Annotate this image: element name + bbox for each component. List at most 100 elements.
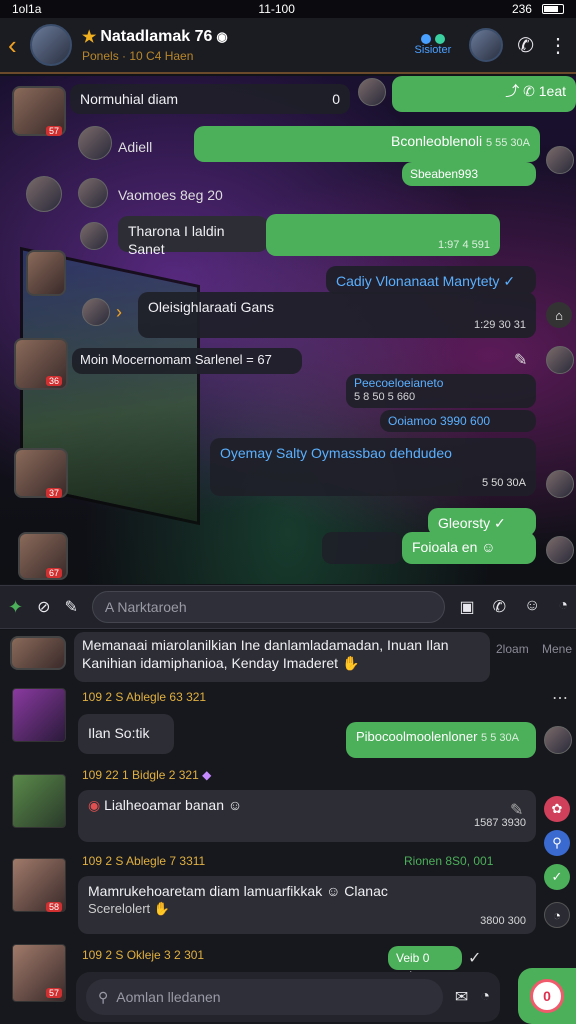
badge: 57 (46, 988, 63, 998)
chat-title[interactable]: Natadlamak 76 (100, 28, 212, 46)
badge: 57 (46, 126, 63, 136)
message-bubble[interactable]: Oleisighlaraati Gans 1:29 30 31 (138, 292, 536, 338)
reply-icon: ⤴ ✆ (505, 83, 539, 99)
react-icon[interactable]: ✿ (544, 796, 570, 822)
avatar[interactable] (12, 688, 66, 742)
message-bubble[interactable]: Oyemay Salty Oymassbao dehdudeo 5 50 30A (210, 438, 536, 496)
check-icon: ✓ (468, 950, 482, 967)
message-bubble[interactable]: Normuhial diam 0 (70, 84, 350, 114)
forwarded-message[interactable]: Peecoeloeianeto 5 8 50 5 660 (346, 374, 536, 408)
message-bubble[interactable]: Ilan So:tik (78, 714, 174, 754)
message-bubble[interactable]: Moin Mocernomam Sarlenel = 67 (72, 348, 302, 374)
emoji-icon[interactable]: ☺ (524, 597, 540, 617)
verified-icon: ◉ (216, 29, 228, 44)
message-input[interactable]: A Narktaroeh (91, 591, 446, 623)
message-list[interactable]: Memanaai miarolanilkian Ine danlamladama… (0, 630, 576, 1024)
emoji-icon: ☺ (326, 883, 341, 899)
signal-label: 236 (511, 2, 532, 16)
check-icon: ✓ (503, 273, 516, 289)
avatar[interactable] (30, 24, 72, 66)
badge: 36 (46, 376, 63, 386)
summary-bubble[interactable]: Memanaai miarolanilkian Ine danlamladama… (74, 632, 490, 682)
avatar (546, 536, 574, 564)
timer-icon[interactable]: ◔ (480, 988, 490, 1006)
emoji-icon: ☺ (227, 797, 243, 813)
avatar (78, 178, 108, 208)
more-icon[interactable]: ⋯ (552, 688, 568, 708)
star-icon: ★ (82, 29, 97, 46)
search-icon: ⚲ (98, 988, 109, 1005)
message-bubble[interactable] (322, 532, 402, 564)
badge: 58 (46, 902, 63, 912)
clock: 11-100 (258, 2, 295, 16)
message-bubble[interactable]: Cadiy Vlonanaat Manytety ✓ (326, 266, 536, 294)
pin-icon[interactable]: ✎ (510, 800, 523, 820)
back-icon[interactable]: ‹ (8, 30, 26, 61)
more-icon[interactable]: ⋮ (548, 33, 568, 58)
sender-name: Adiell (118, 139, 153, 155)
avatar (78, 126, 112, 160)
brush-icon[interactable]: ✎ (514, 350, 527, 370)
search-input[interactable]: ⚲ Aomlan lledanen (86, 979, 443, 1015)
status-dot-green-icon (434, 34, 445, 44)
chat-header: ‹ ★ Natadlamak 76 ◉ Ponels · 10 C4 Haen … (0, 18, 576, 74)
badge: 67 (46, 568, 63, 578)
message-bubble-out[interactable]: Foioala en ☺ (402, 532, 536, 564)
avatar (80, 222, 108, 250)
avatar (546, 470, 574, 498)
contact-avatar[interactable] (469, 28, 504, 62)
avatar[interactable] (12, 774, 66, 828)
message-bubble-out[interactable]: Veib 0 _pin (388, 946, 462, 983)
hand-icon: ✋ (153, 901, 170, 916)
image-icon[interactable]: ▣ (459, 597, 474, 617)
avatar (10, 636, 66, 670)
avatar (358, 78, 386, 106)
pin-icon[interactable]: ⚲ (544, 830, 570, 856)
carrier-label: 1ol1a (12, 2, 42, 16)
avatar (544, 726, 572, 754)
check-icon: ✓ (494, 515, 506, 531)
compose-bar: ✦ ⊘ ✎ A Narktaroeh ▣ ✆ ☺ ◔ (0, 585, 576, 629)
avatar (546, 146, 574, 174)
message-bubble-out[interactable]: Bconleoblenoli 5 55 30A (194, 126, 540, 162)
pin-icon[interactable]: ⊘ (37, 597, 50, 617)
avatar (546, 346, 574, 374)
phone-icon[interactable]: ✆ (493, 597, 506, 617)
bottom-compose: ⚲ Aomlan lledanen ✉ ◔ (76, 972, 500, 1022)
reply-icon: ◉ (88, 797, 101, 813)
message-bubble[interactable]: Mamrukehoaretam diam lamuarfikkak ☺ Clan… (78, 876, 536, 934)
hand-icon: ✋ (341, 655, 360, 671)
avatar (26, 176, 62, 212)
avatar (26, 250, 66, 296)
battery-icon (541, 4, 564, 14)
clock-icon[interactable]: ◔ (558, 597, 568, 617)
reply-preview[interactable]: Sbeaben993 (402, 162, 536, 186)
message-bubble[interactable]: Ooiamoo 3990 600 (380, 410, 536, 432)
status-bar: 1ol1a 11-100 236 (0, 0, 576, 18)
avatar (82, 298, 110, 326)
message-bubble[interactable]: Tharona I laldin Sanet (118, 216, 268, 257)
emoji-icon: ☺ (481, 539, 496, 555)
compose-button[interactable]: 0 (518, 968, 576, 1024)
phone-icon[interactable]: ✆ (517, 33, 534, 58)
pen-icon[interactable]: ✎ (65, 597, 78, 617)
message-bubble-out[interactable]: Pibocoolmoolenloner 5 5 30A (346, 722, 536, 758)
sender-name: Vaomoes 8eg 20 (118, 187, 223, 203)
chat-area[interactable]: 57 Normuhial diam 0 ⤴ ✆ 1eat Adiell Bcon… (0, 76, 576, 584)
tag-icon: ◆ (202, 768, 212, 782)
fab-icon: 0 (530, 979, 564, 1013)
message-bubble-out[interactable]: 1:97 4 591 (266, 214, 500, 256)
status-dot-blue-icon (420, 34, 431, 44)
message-bubble[interactable]: ◉ Lialheoamar banan ☺ 1587 3930 (78, 790, 536, 842)
chat-subtitle: Ponels · 10 C4 Haen (82, 49, 194, 63)
scroll-icon[interactable]: ⌂ (546, 302, 572, 328)
status-label: Sisioter (414, 44, 452, 56)
status-label: Rionen 8S0, 001 (404, 854, 494, 868)
chevron-right-icon: › (116, 302, 122, 322)
clock-icon[interactable]: ◔ (544, 902, 570, 928)
check-icon[interactable]: ✓ (544, 864, 570, 890)
chat-icon[interactable]: ✉ (455, 987, 468, 1007)
shield-icon[interactable]: ✦ (8, 597, 23, 618)
message-bubble-out[interactable]: ⤴ ✆ 1eat (392, 76, 576, 112)
badge: 37 (46, 488, 63, 498)
